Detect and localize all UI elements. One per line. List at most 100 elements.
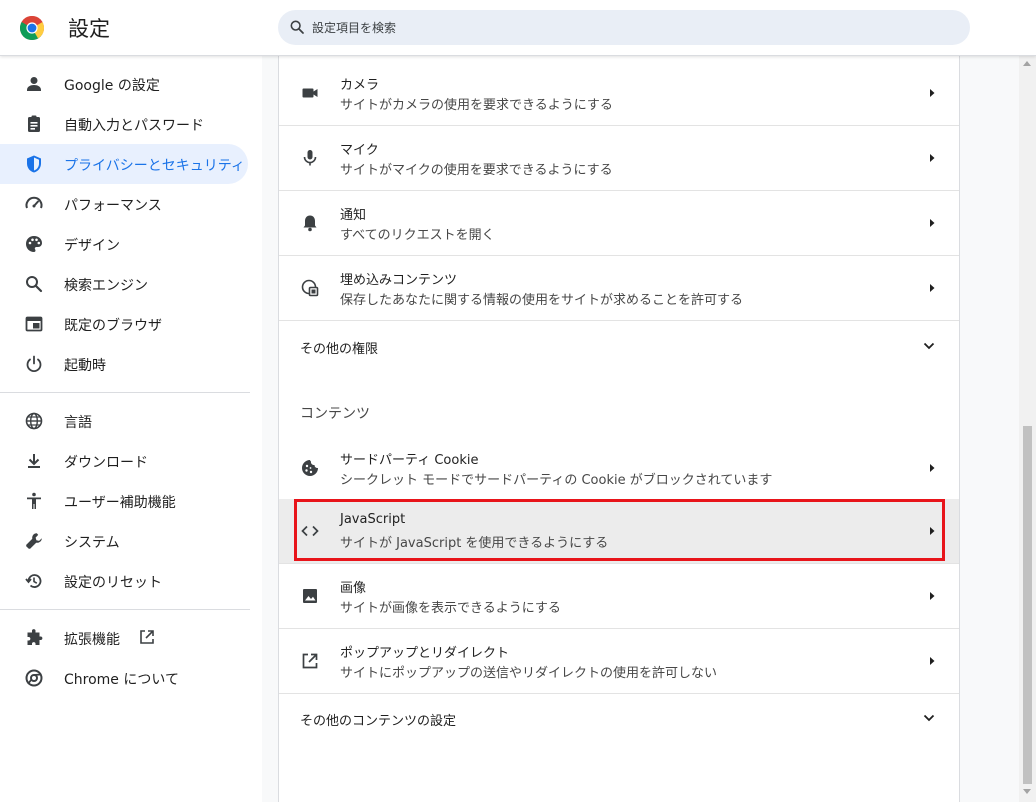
setting-row-javascript[interactable]: JavaScript サイトが JavaScript を使用できるようにする: [279, 499, 959, 564]
setting-row-embedded-content[interactable]: 埋め込みコンテンツ 保存したあなたに関する情報の使用をサイトが求めることを許可す…: [279, 256, 959, 321]
sidebar-item-label: 起動時: [64, 358, 106, 374]
settings-panel: カメラ サイトがカメラの使用を要求できるようにする マイク サイトがマイクの使用…: [278, 56, 960, 802]
sidebar-item-label: Chrome について: [64, 672, 179, 688]
setting-description: 保存したあなたに関する情報の使用をサイトが求めることを許可する: [340, 293, 744, 308]
sidebar-item-label: 自動入力とパスワード: [64, 118, 204, 134]
sidebar-item-label: ユーザー補助機能: [64, 495, 176, 511]
sidebar-item-downloads[interactable]: ダウンロード: [0, 441, 248, 481]
search-icon: [26, 276, 43, 293]
camera-icon: [302, 88, 318, 98]
shield-icon: [27, 155, 41, 173]
more-permissions-toggle[interactable]: その他の権限: [279, 322, 959, 370]
setting-description: シークレット モードでサードパーティの Cookie がブロックされています: [340, 473, 773, 488]
sidebar-item-label: 言語: [64, 415, 92, 431]
setting-description: サイトにポップアップの送信やリダイレクトの使用を許可しない: [340, 666, 718, 681]
search-icon: [290, 20, 304, 34]
sidebar-item-performance[interactable]: パフォーマンス: [0, 184, 248, 224]
sidebar-item-label: ダウンロード: [64, 455, 148, 471]
setting-description: サイトがマイクの使用を要求できるようにする: [340, 163, 613, 178]
sidebar-item-label: パフォーマンス: [64, 198, 162, 214]
cookie-icon: [302, 460, 318, 476]
sidebar-item-search-engine[interactable]: 検索エンジン: [0, 264, 248, 304]
setting-description: すべてのリクエストを開く: [340, 228, 495, 243]
setting-row-popups[interactable]: ポップアップとリダイレクト サイトにポップアップの送信やリダイレクトの使用を許可…: [279, 629, 959, 694]
sidebar-item-privacy[interactable]: プライバシーとセキュリティ: [0, 144, 248, 184]
download-icon: [28, 454, 40, 468]
sidebar: Google の設定 自動入力とパスワード プライバシーとセキュリティ パフォー…: [0, 56, 262, 802]
chevron-down-icon: [923, 714, 935, 722]
setting-title: マイク: [340, 143, 379, 158]
setting-description: サイトがカメラの使用を要求できるようにする: [340, 98, 613, 113]
setting-title: 画像: [340, 581, 367, 596]
palette-icon: [26, 236, 42, 252]
arrow-right-icon: [930, 284, 935, 292]
setting-title: 通知: [340, 208, 367, 223]
setting-title: 埋め込みコンテンツ: [340, 273, 458, 288]
setting-row-microphone[interactable]: マイク サイトがマイクの使用を要求できるようにする: [279, 126, 959, 191]
more-permissions-label: その他の権限: [300, 342, 379, 357]
code-icon: [301, 525, 319, 537]
setting-title: JavaScript: [340, 512, 406, 527]
sidebar-item-system[interactable]: システム: [0, 521, 248, 561]
setting-title: サードパーティ Cookie: [340, 453, 479, 468]
open-external-icon: [302, 653, 318, 669]
power-icon: [26, 355, 42, 373]
clipboard-icon: [28, 115, 40, 132]
setting-description: サイトが JavaScript を使用できるようにする: [340, 536, 609, 551]
sidebar-item-accessibility[interactable]: ユーザー補助機能: [0, 481, 248, 521]
image-icon: [303, 589, 317, 603]
scrollbar-thumb[interactable]: [1023, 426, 1032, 784]
more-content-settings-toggle[interactable]: その他のコンテンツの設定: [279, 694, 959, 742]
open-in-new-icon: [140, 630, 154, 644]
browser-icon: [25, 316, 43, 332]
globe-icon: [25, 412, 43, 430]
arrow-right-icon: [930, 154, 935, 162]
arrow-right-icon: [930, 592, 935, 600]
sidebar-item-autofill[interactable]: 自動入力とパスワード: [0, 104, 248, 144]
scroll-down-arrow-icon[interactable]: [1023, 789, 1031, 794]
setting-row-camera[interactable]: カメラ サイトがカメラの使用を要求できるようにする: [279, 61, 959, 126]
sidebar-divider: [0, 609, 250, 610]
sidebar-item-label: 拡張機能: [64, 632, 120, 648]
sidebar-item-on-startup[interactable]: 起動時: [0, 344, 248, 384]
sidebar-item-reset[interactable]: 設定のリセット: [0, 561, 248, 601]
scrollbar[interactable]: [1019, 56, 1036, 802]
more-content-settings-label: その他のコンテンツの設定: [300, 714, 457, 729]
sidebar-item-label: システム: [64, 535, 120, 551]
setting-title: ポップアップとリダイレクト: [340, 646, 510, 661]
sidebar-item-label: Google の設定: [64, 78, 160, 94]
arrow-right-icon: [930, 527, 935, 535]
setting-row-third-party-cookies[interactable]: サードパーティ Cookie シークレット モードでサードパーティの Cooki…: [279, 436, 959, 501]
chrome-logo-icon: [20, 16, 44, 40]
mic-icon: [303, 150, 317, 166]
sidebar-item-label: 既定のブラウザ: [64, 318, 162, 334]
arrow-right-icon: [930, 464, 935, 472]
puzzle-icon: [27, 629, 43, 645]
wrench-icon: [26, 533, 42, 549]
section-heading-content: コンテンツ: [300, 406, 370, 422]
search-input[interactable]: [312, 10, 952, 45]
setting-description: サイトが画像を表示できるようにする: [340, 601, 561, 616]
search-box[interactable]: [278, 10, 970, 45]
bell-icon: [303, 215, 317, 232]
page-title: 設定: [68, 17, 110, 41]
arrow-right-icon: [930, 89, 935, 97]
person-icon: [27, 77, 41, 91]
embedded-content-icon: [301, 279, 319, 297]
setting-row-notifications[interactable]: 通知 すべてのリクエストを開く: [279, 191, 959, 256]
sidebar-item-about-chrome[interactable]: Chrome について: [0, 658, 248, 698]
setting-row-images[interactable]: 画像 サイトが画像を表示できるようにする: [279, 564, 959, 629]
scroll-up-arrow-icon[interactable]: [1023, 61, 1031, 66]
highlight-box: [294, 499, 945, 561]
sidebar-item-languages[interactable]: 言語: [0, 401, 248, 441]
accessibility-icon: [27, 492, 41, 509]
sidebar-item-google[interactable]: Google の設定: [0, 64, 248, 104]
speedometer-icon: [25, 196, 43, 209]
sidebar-item-default-browser[interactable]: 既定のブラウザ: [0, 304, 248, 344]
setting-title: カメラ: [340, 78, 380, 93]
sidebar-item-appearance[interactable]: デザイン: [0, 224, 248, 264]
chrome-icon: [25, 669, 43, 687]
sidebar-item-extensions[interactable]: 拡張機能: [0, 618, 248, 658]
arrow-right-icon: [930, 657, 935, 665]
sidebar-item-label: プライバシーとセキュリティ: [64, 158, 245, 174]
